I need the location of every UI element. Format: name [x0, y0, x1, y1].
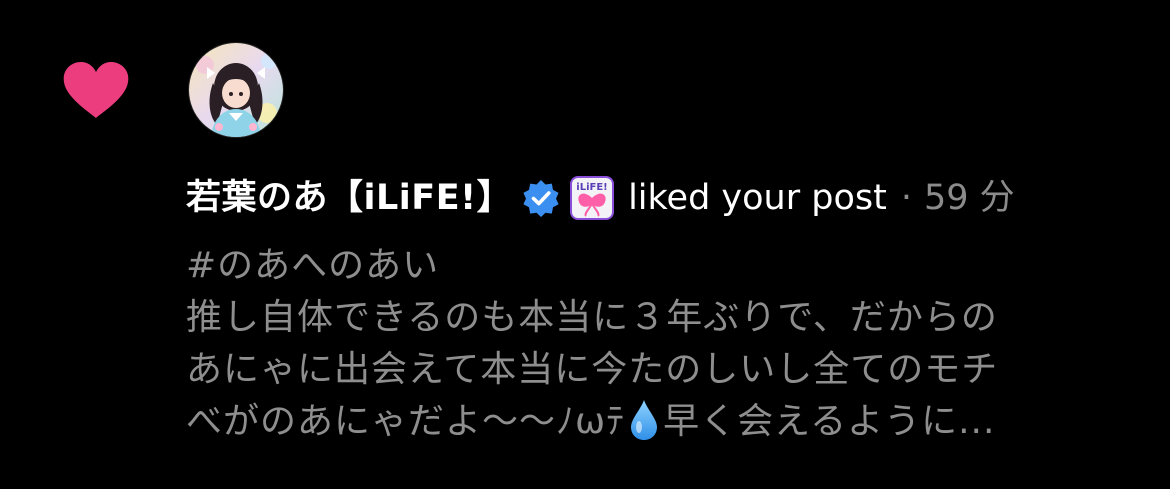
- post-line-last: べがのあにゃだよ〜〜ﾉωﾃ 早く会えるように...: [186, 396, 1146, 448]
- profile-photo: [189, 43, 283, 137]
- svg-text:iLiFE!: iLiFE!: [576, 182, 607, 193]
- notification-headline: 若葉のあ【iLiFE!】 iLiFE! liked your post · 59…: [186, 170, 1015, 226]
- post-line: 推し自体できるのも本当に３年ぶりで、だからの: [186, 297, 998, 338]
- post-line: #のあへのあい: [186, 245, 440, 286]
- heart-icon: [63, 62, 129, 118]
- user-name[interactable]: 若葉のあ【iLiFE!】: [186, 170, 512, 226]
- separator-dot: ·: [900, 178, 912, 218]
- droplet-emoji: [631, 400, 658, 440]
- timestamp: 59 分: [923, 178, 1015, 218]
- avatar[interactable]: [189, 43, 283, 137]
- post-line-text: べがのあにゃだよ〜〜ﾉωﾃ: [186, 401, 626, 442]
- like-notification[interactable]: 若葉のあ【iLiFE!】 iLiFE! liked your post · 59…: [0, 0, 1170, 489]
- notification-action: liked your post: [628, 178, 887, 218]
- post-preview[interactable]: #のあへのあい 推し自体できるのも本当に３年ぶりで、だからの あにゃに出会えて本…: [186, 240, 1146, 448]
- post-line: あにゃに出会えて本当に今たのしいし全てのモチ: [186, 349, 999, 390]
- verified-badge-icon: [523, 180, 559, 217]
- ilife-logo-badge: iLiFE!: [570, 176, 615, 220]
- post-tail-text: 早く会えるように...: [663, 401, 996, 442]
